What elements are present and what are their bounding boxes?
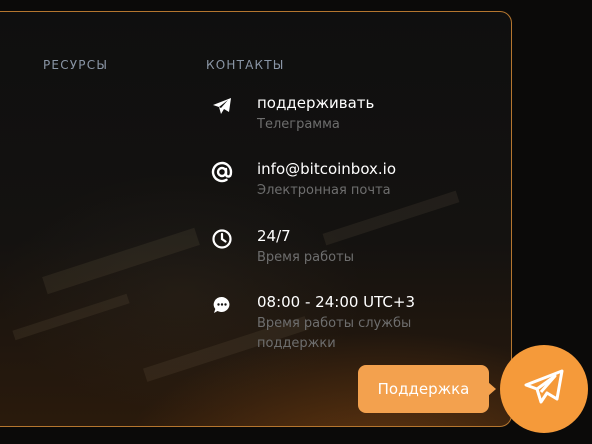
contact-value: 24/7 [257, 227, 291, 245]
telegram-icon [206, 94, 238, 118]
contact-value[interactable]: поддерживать [257, 94, 374, 112]
contact-label: Время работы [257, 250, 354, 265]
clock-icon [206, 227, 238, 251]
contacts-heading: КОНТАКТЫ [206, 58, 285, 72]
background-decoration [12, 293, 130, 341]
telegram-icon [524, 369, 564, 409]
background-decoration [42, 227, 200, 295]
resources-heading: РЕСУРСЫ [43, 58, 109, 72]
at-icon [206, 160, 238, 184]
support-button[interactable]: Поддержка [358, 365, 496, 413]
contact-label: Телеграмма [257, 117, 340, 132]
contact-label: Время работы службы поддержки [257, 316, 412, 351]
contact-value: 08:00 - 24:00 UTC+3 [257, 293, 416, 311]
contact-value[interactable]: info@bitcoinbox.io [257, 160, 396, 178]
contact-label: Электронная почта [257, 183, 391, 198]
telegram-chat-button[interactable] [500, 345, 588, 433]
chat-icon [206, 293, 238, 317]
